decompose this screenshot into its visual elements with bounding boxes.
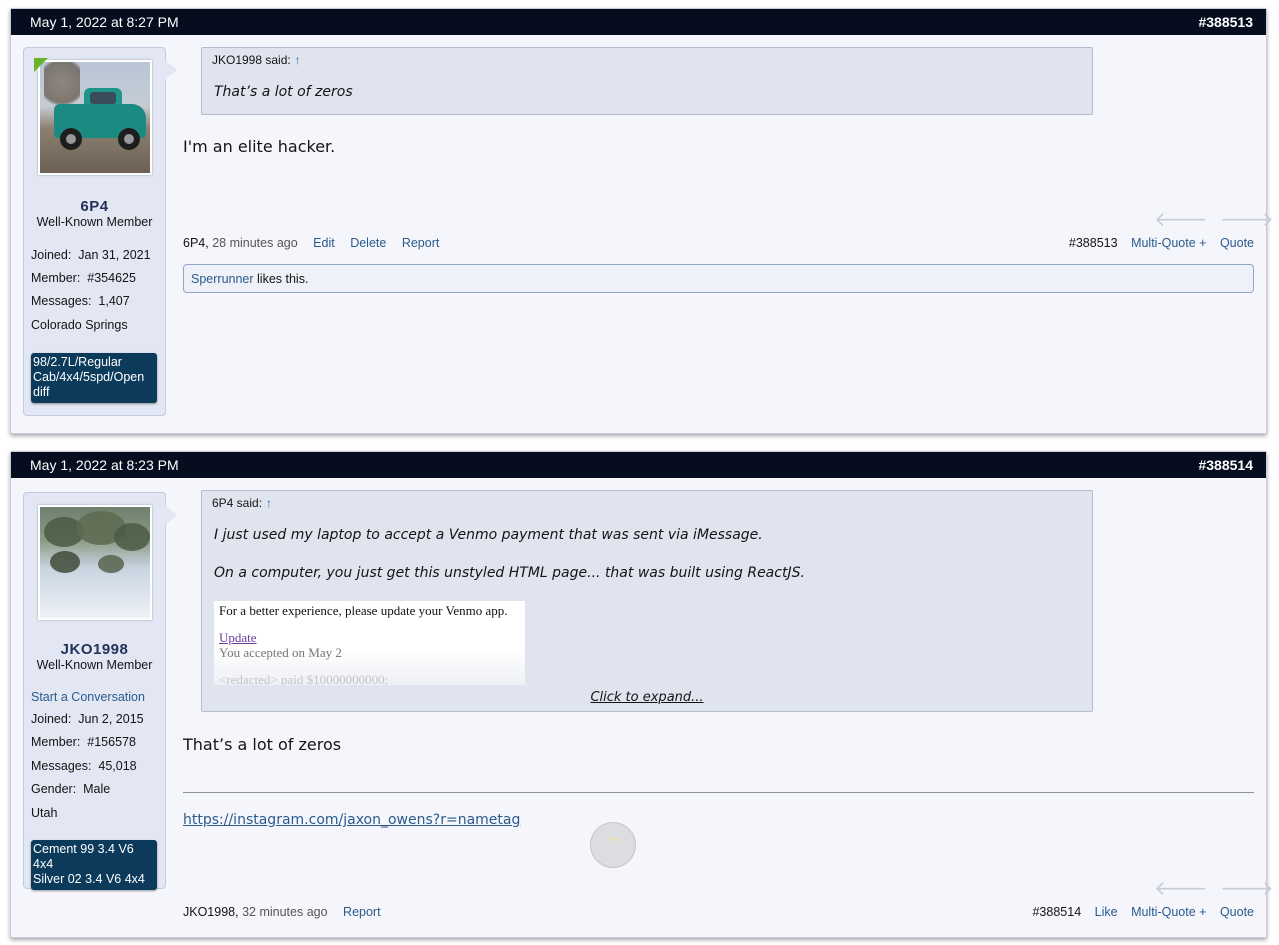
user-card: 6P4 Well-Known Member Joined: Jan 31, 20… xyxy=(23,47,177,416)
joined-info: Joined: Jun 2, 2015 xyxy=(31,712,144,726)
likes-summary: Sperrunner likes this. xyxy=(183,264,1254,293)
quote-author: JKO1998 said: ↑ xyxy=(212,53,301,67)
joined-info: Joined: Jan 31, 2021 xyxy=(31,248,151,262)
post-footer-left: 6P4, 28 minutes ago Edit Delete Report xyxy=(183,236,440,250)
likes-label: likes this. xyxy=(257,272,309,286)
quote-link[interactable]: Quote xyxy=(1220,236,1254,250)
post-388514: May 1, 2022 at 8:23 PM #388514 JKO1998 W… xyxy=(10,451,1274,938)
post-number-link[interactable]: #388514 xyxy=(1032,905,1081,919)
avatar[interactable] xyxy=(38,60,152,175)
truck-avatar-image xyxy=(40,62,150,173)
arrow-left-icon[interactable]: 🡐 xyxy=(1154,207,1208,231)
chevron-up-icon: ⌃ xyxy=(604,832,622,856)
user-title: Well-Known Member xyxy=(36,658,153,672)
post-footer-right: #388513 Multi-Quote + Quote xyxy=(1069,236,1254,250)
message-body: I'm an elite hacker. xyxy=(183,137,336,156)
vehicle-banner: 98/2.7L/Regular Cab/4x4/5spd/Open diff xyxy=(31,353,157,403)
quote-text: On a computer, you just get this unstyle… xyxy=(214,565,805,581)
card-arrow xyxy=(165,505,177,525)
online-indicator xyxy=(34,58,48,72)
report-link[interactable]: Report xyxy=(343,905,381,919)
post-permalink[interactable]: #388513 xyxy=(1198,14,1253,30)
quoted-screenshot: For a better experience, please update y… xyxy=(214,601,525,685)
user-title: Well-Known Member xyxy=(36,215,153,229)
click-to-expand-link[interactable]: Click to expand... xyxy=(202,690,1092,705)
messages-info: Messages: 1,407 xyxy=(31,294,130,308)
delete-link[interactable]: Delete xyxy=(350,236,386,250)
post-number-link[interactable]: #388513 xyxy=(1069,236,1118,250)
location-info: Colorado Springs xyxy=(31,318,128,332)
card-arrow xyxy=(165,60,177,80)
post-date: May 1, 2022 at 8:27 PM xyxy=(30,14,179,30)
liker-link[interactable]: Sperrunner xyxy=(191,272,254,286)
footer-author[interactable]: JKO1998 xyxy=(183,905,235,919)
multi-quote-link[interactable]: Multi-Quote + xyxy=(1131,905,1206,919)
start-conversation-link[interactable]: Start a Conversation xyxy=(31,690,145,704)
username[interactable]: JKO1998 xyxy=(24,641,165,658)
username[interactable]: 6P4 xyxy=(24,198,165,215)
post-header: May 1, 2022 at 8:27 PM #388513 xyxy=(11,9,1266,35)
footer-author[interactable]: 6P4 xyxy=(183,236,205,250)
post-footer-left: JKO1998, 32 minutes ago Report xyxy=(183,905,381,919)
like-link[interactable]: Like xyxy=(1095,905,1118,919)
arrow-left-icon[interactable]: 🡐 xyxy=(1154,876,1208,900)
update-link[interactable]: Update xyxy=(219,630,257,646)
quote-text: I just used my laptop to accept a Venmo … xyxy=(214,527,763,543)
quote-text: That’s a lot of zeros xyxy=(214,84,353,100)
member-info: Member: #354625 xyxy=(31,271,136,285)
arrow-right-icon[interactable]: 🡒 xyxy=(1220,876,1274,900)
vehicle-banner: Cement 99 3.4 V6 4x4 Silver 02 3.4 V6 4x… xyxy=(31,840,157,890)
quote-author: 6P4 said: ↑ xyxy=(212,496,273,510)
footer-time[interactable]: 32 minutes ago xyxy=(242,905,327,919)
quote-link[interactable]: Quote xyxy=(1220,905,1254,919)
report-link[interactable]: Report xyxy=(402,236,440,250)
multi-quote-link[interactable]: Multi-Quote + xyxy=(1131,236,1206,250)
gender-info: Gender: Male xyxy=(31,782,111,796)
post-nav: 🡐 🡒 xyxy=(1154,207,1274,231)
quote-jump-icon[interactable]: ↑ xyxy=(266,496,272,510)
messages-info: Messages: 45,018 xyxy=(31,759,137,773)
footer-time[interactable]: 28 minutes ago xyxy=(212,236,297,250)
edit-link[interactable]: Edit xyxy=(313,236,335,250)
signature-link[interactable]: https://instagram.com/jaxon_owens?r=name… xyxy=(183,812,520,828)
post-date: May 1, 2022 at 8:23 PM xyxy=(30,457,179,473)
arrow-right-icon[interactable]: 🡒 xyxy=(1220,207,1274,231)
post-footer-right: #388514 Like Multi-Quote + Quote xyxy=(1032,905,1254,919)
snow-landscape-avatar-image xyxy=(40,507,150,618)
scroll-to-top-button[interactable]: ⌃ xyxy=(590,822,636,868)
quote-jump-icon[interactable]: ↑ xyxy=(295,53,301,67)
post-nav: 🡐 🡒 xyxy=(1154,876,1274,900)
avatar[interactable] xyxy=(38,505,152,620)
member-info: Member: #156578 xyxy=(31,735,136,749)
message-body: That’s a lot of zeros xyxy=(183,735,342,754)
quote-block: JKO1998 said: ↑ That’s a lot of zeros xyxy=(201,47,1093,115)
signature-divider xyxy=(183,792,1254,793)
location-info: Utah xyxy=(31,806,58,820)
post-permalink[interactable]: #388514 xyxy=(1198,457,1253,473)
post-header: May 1, 2022 at 8:23 PM #388514 xyxy=(11,452,1266,478)
user-card: JKO1998 Well-Known Member Start a Conver… xyxy=(23,492,177,890)
quote-block: 6P4 said: ↑ I just used my laptop to acce… xyxy=(201,490,1093,712)
post-388513: May 1, 2022 at 8:27 PM #388513 6P4 Well-… xyxy=(10,8,1274,434)
